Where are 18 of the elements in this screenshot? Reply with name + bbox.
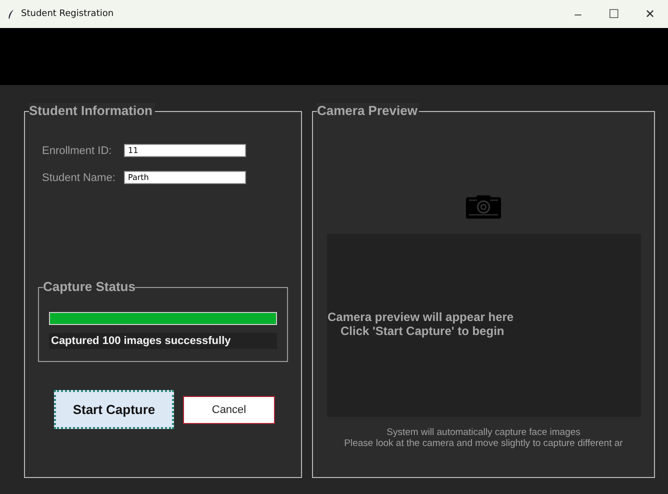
hint-text: Please look at the camera and move slightly to capture different ar — [344, 438, 623, 449]
feather-icon — [8, 8, 15, 20]
input-field[interactable]: 11 — [124, 144, 246, 157]
field-label: Enrollment ID: — [42, 144, 113, 156]
window-control[interactable]: ✕ — [632, 0, 668, 28]
cancel-button[interactable]: Cancel — [183, 396, 275, 424]
camera-icon — [465, 194, 502, 220]
preview-message: Click 'Start Capture' to begin — [340, 324, 504, 338]
hint-text: System will automatically capture face images — [386, 427, 580, 438]
field-label: Student Name: — [42, 172, 116, 184]
input-field[interactable]: Parth — [124, 171, 246, 184]
start-capture-button[interactable]: Start Capture — [54, 390, 174, 429]
window-control[interactable]: ☐ — [596, 0, 632, 28]
panel-title: Capture Status — [43, 279, 136, 295]
window-control[interactable]: – — [560, 0, 596, 28]
preview-message: Camera preview will appear here — [328, 310, 514, 324]
window-title: Student Registration — [21, 9, 114, 19]
status-message: Captured 100 images successfully — [49, 333, 277, 349]
